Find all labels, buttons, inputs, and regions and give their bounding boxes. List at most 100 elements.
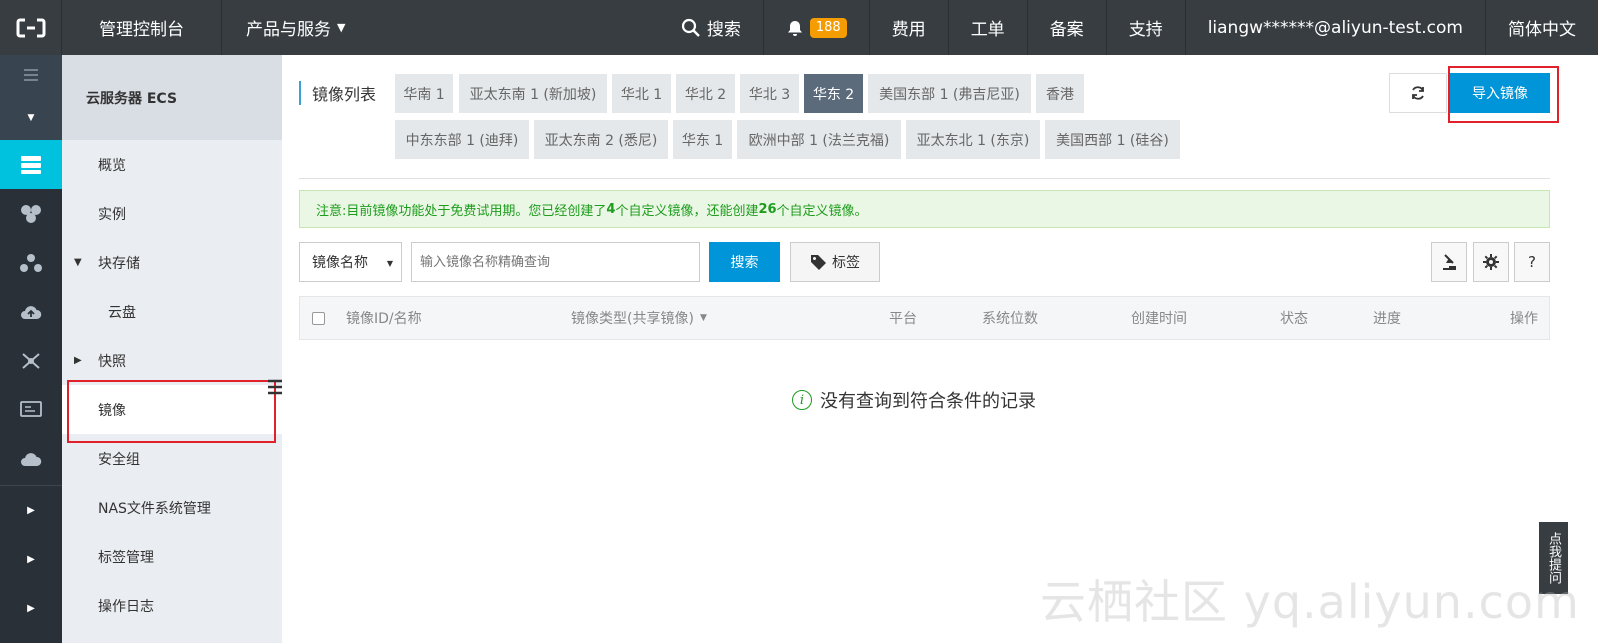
sidebar-item-tags[interactable]: 标签管理 bbox=[62, 532, 282, 581]
tag-filter-button[interactable]: 标签 bbox=[790, 242, 880, 282]
notice-created-count: 4 bbox=[606, 201, 616, 217]
sidebar-item-images[interactable]: 镜像 bbox=[62, 385, 282, 434]
cloud-icon bbox=[21, 452, 42, 466]
top-navigation-bar: 管理控制台 产品与服务 ▼ 搜索 188 费用 工单 备案 支持 liangw*… bbox=[0, 0, 1598, 55]
account-menu[interactable]: liangw******@aliyun-test.com bbox=[1184, 0, 1485, 55]
column-header: 进度 bbox=[1373, 311, 1401, 327]
menu-toggle-button[interactable] bbox=[0, 55, 62, 95]
column-header: 镜像ID/名称 bbox=[346, 311, 422, 327]
language-switch[interactable]: 简体中文 bbox=[1485, 0, 1598, 55]
sidebar-item-label: 操作日志 bbox=[98, 598, 154, 615]
sidebar-item-block-storage[interactable]: ▼ 块存储 bbox=[62, 238, 282, 287]
gear-icon bbox=[1483, 254, 1499, 270]
sidebar-item-snapshots[interactable]: ▶ 快照 bbox=[62, 336, 282, 385]
region-tab[interactable]: 华东 1 bbox=[673, 120, 732, 159]
rail-item-cloud-upload[interactable] bbox=[0, 287, 62, 336]
sidebar-item-nas[interactable]: NAS文件系统管理 bbox=[62, 483, 282, 532]
export-button[interactable] bbox=[1431, 242, 1467, 282]
settings-button[interactable] bbox=[1473, 242, 1509, 282]
import-image-button[interactable]: 导入镜像 bbox=[1450, 73, 1550, 113]
rail-item-cloud-storage[interactable] bbox=[0, 434, 62, 483]
region-tab[interactable]: 美国西部 1 (硅谷) bbox=[1045, 120, 1180, 159]
select-all-checkbox[interactable] bbox=[312, 297, 325, 339]
caret-down-icon: ▼ bbox=[386, 259, 393, 268]
sidebar-item-label: 块存储 bbox=[98, 255, 140, 272]
search-link[interactable]: 搜索 bbox=[659, 0, 763, 55]
page-title: 镜像列表 bbox=[299, 81, 376, 105]
ecs-side-menu: 云服务器 ECS 概览 实例 ▼ 块存储 云盘 ▶ 快照 镜像 安全组 NAS文… bbox=[62, 55, 282, 643]
sidebar-item-overview[interactable]: 概览 bbox=[62, 140, 282, 189]
checkbox-icon bbox=[312, 311, 325, 325]
region-tab[interactable]: 中东东部 1 (迪拜) bbox=[395, 120, 529, 159]
rail-item-ecs[interactable] bbox=[0, 140, 62, 189]
caret-down-icon: ▼ bbox=[27, 112, 35, 123]
rail-expand-button-1[interactable]: ▶ bbox=[0, 486, 62, 535]
sidebar-item-label: 安全组 bbox=[98, 451, 140, 468]
search-input[interactable] bbox=[411, 242, 700, 282]
sidebar-item-label: 概览 bbox=[98, 157, 126, 174]
aliyun-logo-icon[interactable] bbox=[0, 0, 62, 55]
rail-item-database[interactable] bbox=[0, 189, 62, 238]
notice-middle: 个自定义镜像，还能创建 bbox=[615, 203, 759, 219]
region-tab[interactable]: 华北 2 bbox=[676, 74, 735, 113]
trial-notice-banner: 注意:目前镜像功能处于免费试用期。您已经创建了 4 个自定义镜像，还能创建 26 个自定… bbox=[299, 190, 1550, 228]
column-header: 系统位数 bbox=[982, 311, 1038, 327]
console-title-link[interactable]: 管理控制台 bbox=[62, 0, 222, 55]
rail-item-network[interactable] bbox=[0, 238, 62, 287]
rail-expand-button-3[interactable]: ▶ bbox=[0, 584, 62, 633]
tag-label: 标签 bbox=[832, 255, 860, 271]
caret-right-icon: ▶ bbox=[74, 355, 82, 366]
region-tab[interactable]: 香港 bbox=[1036, 74, 1084, 113]
column-header: 状态 bbox=[1280, 311, 1308, 327]
tickets-link[interactable]: 工单 bbox=[947, 0, 1027, 55]
region-tab[interactable]: 美国东部 1 (弗吉尼亚) bbox=[868, 74, 1031, 113]
region-tab[interactable]: 欧洲中部 1 (法兰克福) bbox=[737, 120, 901, 159]
sidebar-item-security-groups[interactable]: 安全组 bbox=[62, 434, 282, 483]
products-services-menu[interactable]: 产品与服务 ▼ bbox=[222, 0, 369, 55]
rail-dropdown-button[interactable]: ▼ bbox=[0, 95, 62, 140]
info-icon: i bbox=[792, 390, 812, 410]
rail-expand-button-2[interactable]: ▶ bbox=[0, 535, 62, 584]
search-field-value: 镜像名称 bbox=[312, 255, 368, 271]
rail-item-monitor[interactable] bbox=[0, 385, 62, 434]
site-watermark: 云栖社区 yq.aliyun.com bbox=[1040, 575, 1580, 629]
region-tab[interactable]: 亚太东北 1 (东京) bbox=[906, 120, 1040, 159]
region-tab[interactable]: 华南 1 bbox=[395, 74, 453, 113]
empty-state: i 没有查询到符合条件的记录 bbox=[792, 387, 1036, 413]
side-menu-title: 云服务器 ECS bbox=[62, 55, 282, 140]
download-icon bbox=[1443, 254, 1456, 270]
caret-right-icon: ▶ bbox=[27, 554, 35, 565]
filing-link[interactable]: 备案 bbox=[1026, 0, 1106, 55]
cloud-upload-icon bbox=[21, 305, 42, 319]
rail-item-hub[interactable] bbox=[0, 336, 62, 385]
hamburger-icon bbox=[24, 69, 38, 81]
sidebar-item-cloud-disk[interactable]: 云盘 bbox=[62, 287, 282, 336]
caret-right-icon: ▶ bbox=[27, 505, 35, 516]
region-tab[interactable]: 华北 3 bbox=[740, 74, 799, 113]
support-link[interactable]: 支持 bbox=[1105, 0, 1185, 55]
image-type-filter[interactable]: 镜像类型(共享镜像) ▼ bbox=[571, 297, 707, 339]
notifications-button[interactable]: 188 bbox=[762, 0, 869, 55]
refresh-button[interactable] bbox=[1389, 73, 1447, 113]
column-header: 平台 bbox=[889, 311, 917, 327]
region-tab[interactable]: 亚太东南 1 (新加坡) bbox=[459, 74, 607, 113]
region-tab[interactable]: 华北 1 bbox=[612, 74, 671, 113]
notice-suffix: 个自定义镜像。 bbox=[776, 203, 868, 219]
caret-down-icon: ▼ bbox=[74, 257, 82, 268]
billing-link[interactable]: 费用 bbox=[868, 0, 948, 55]
region-tab[interactable]: 亚太东南 2 (悉尼) bbox=[534, 120, 668, 159]
search-field-select[interactable]: 镜像名称 ▼ bbox=[299, 242, 402, 282]
product-icon-rail: ▼ ▶ ▶ ▶ bbox=[0, 55, 62, 643]
sidebar-item-instances[interactable]: 实例 bbox=[62, 189, 282, 238]
column-header: 镜像类型(共享镜像) bbox=[571, 311, 694, 327]
collapse-menu-handle[interactable] bbox=[268, 378, 282, 396]
region-tab-active[interactable]: 华东 2 bbox=[804, 74, 863, 113]
help-button[interactable]: ? bbox=[1514, 242, 1550, 282]
sidebar-item-label: 云盘 bbox=[108, 304, 136, 321]
sidebar-item-operation-log[interactable]: 操作日志 bbox=[62, 581, 282, 630]
hub-icon bbox=[22, 352, 40, 369]
column-header: 操作 bbox=[1510, 311, 1538, 327]
sidebar-item-label: 镜像 bbox=[98, 402, 126, 419]
search-icon bbox=[681, 18, 700, 37]
search-button[interactable]: 搜索 bbox=[709, 242, 780, 282]
